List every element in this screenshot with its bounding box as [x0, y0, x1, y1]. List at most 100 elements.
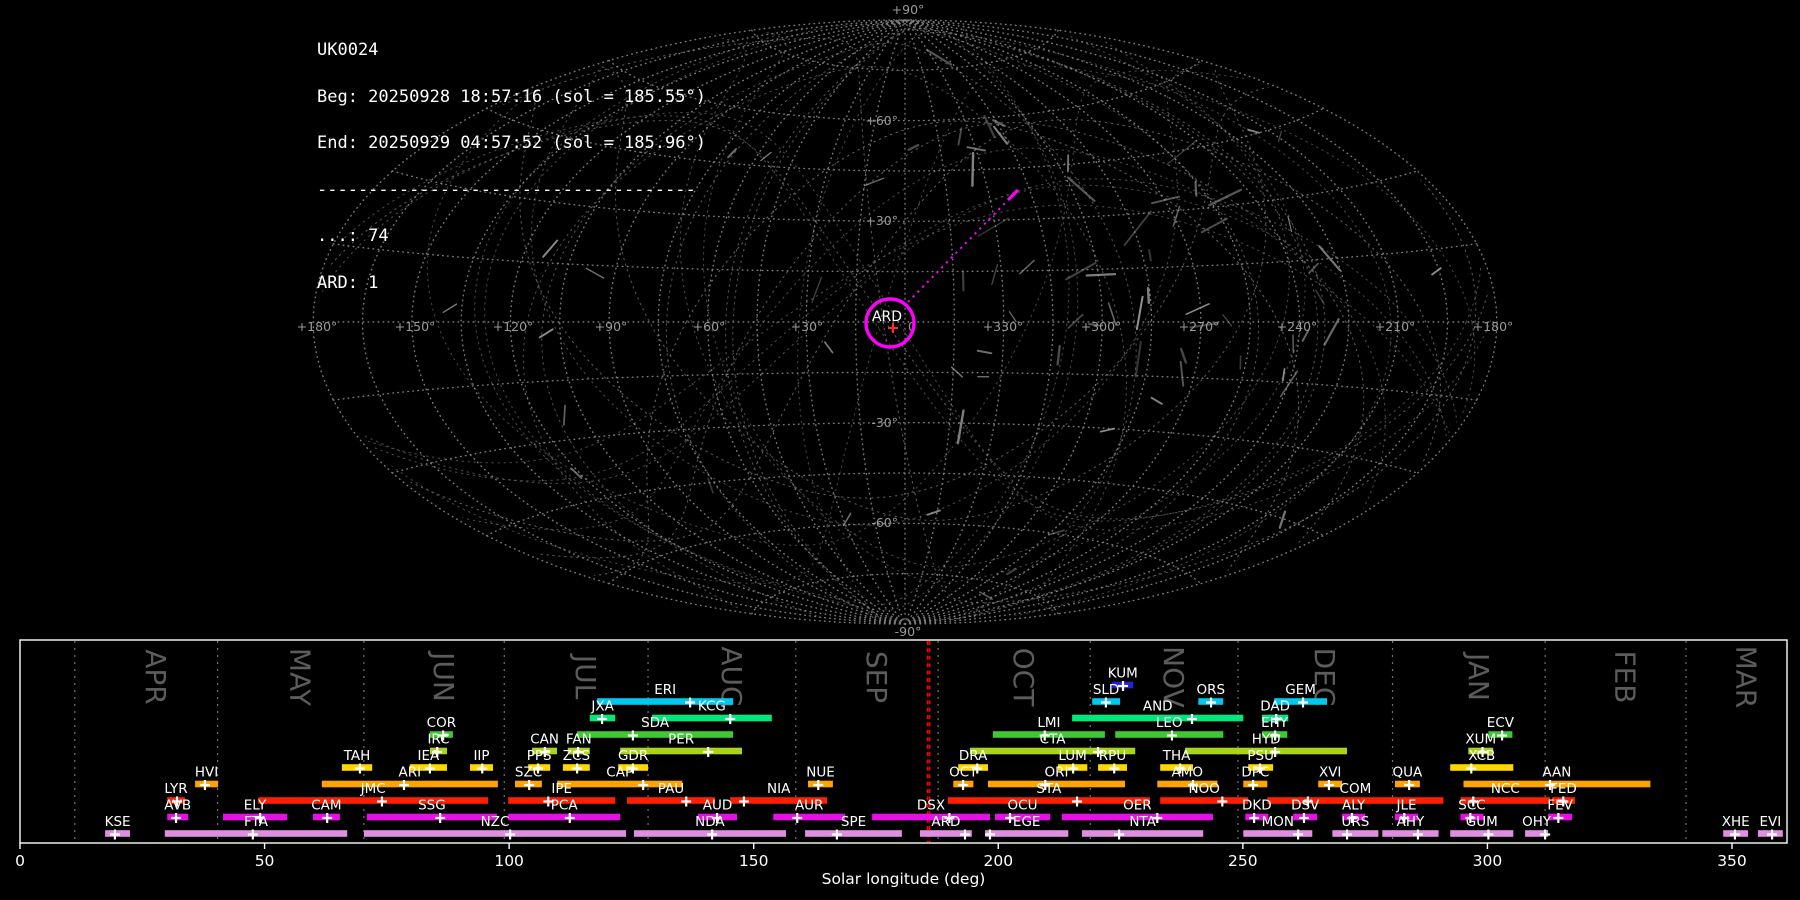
meteor-streak — [925, 48, 953, 66]
meteor-streak — [976, 349, 993, 355]
shower-label-IEA: IEA — [418, 748, 441, 764]
meteor-streak — [1056, 344, 1061, 366]
shower-bar-AUR — [773, 813, 846, 821]
month-label-OCT: OCT — [1007, 648, 1040, 708]
month-label-FEB: FEB — [1609, 650, 1642, 703]
shower-label-EGE: EGE — [1013, 814, 1041, 830]
shower-label-XCB: XCB — [1468, 748, 1495, 764]
shower-label-TAH: TAH — [343, 748, 371, 764]
shower-bar-EGE — [985, 830, 1069, 837]
meteor-streak — [1048, 529, 1065, 536]
month-label-JUL: JUL — [569, 653, 602, 700]
shower-label-ORI: ORI — [1045, 765, 1069, 781]
shower-label-SLD: SLD — [1093, 682, 1120, 698]
meteor-streak — [1134, 341, 1142, 378]
begin-time: Beg: 20250928 18:57:16 (sol = 185.55°) — [317, 86, 706, 107]
shower-label-NIA: NIA — [767, 781, 791, 797]
axis-tick-label: 100 — [494, 852, 524, 870]
shower-label-JMC: JMC — [360, 781, 386, 797]
shower-label-STA: STA — [1036, 781, 1062, 797]
meteor-streak — [1179, 360, 1185, 387]
shower-label-FED: FED — [1550, 781, 1577, 797]
meteor-streak — [966, 146, 986, 152]
shower-label-AAN: AAN — [1542, 765, 1571, 781]
x-axis: 0 50 100 150 200 250 300 350 Solar longitude (de… — [15, 843, 1747, 888]
shower-label-CAP: CAP — [606, 765, 633, 781]
shower-label-FEV: FEV — [1547, 798, 1573, 814]
shower-label-DRA: DRA — [959, 748, 988, 764]
meteor-streak — [1099, 427, 1115, 433]
shower-label-NZC: NZC — [481, 814, 510, 830]
shower-label-PSU: PSU — [1247, 748, 1274, 764]
meteor-streak — [979, 591, 993, 600]
shower-label-LYR: LYR — [164, 781, 187, 797]
shower-bar-NOO — [1160, 797, 1249, 804]
meteor-streak — [957, 127, 963, 146]
shower-label-DAD: DAD — [1260, 699, 1290, 715]
station-id: UK0024 — [317, 40, 379, 60]
shower-bar-KCG — [652, 714, 772, 722]
axis-tick-label: 150 — [739, 852, 769, 870]
shower-label-XHE: XHE — [1722, 814, 1750, 830]
shower-label-AMO: AMO — [1172, 765, 1204, 781]
shower-label-SCC: SCC — [1458, 798, 1485, 814]
shower-label-NUE: NUE — [806, 765, 835, 781]
shower-bar-NZC — [363, 830, 627, 837]
shower-label-MON: MON — [1262, 814, 1294, 830]
activity-chart: APR MAY JUN JUL AUG SEP OCT NOV DEC JAN FEB MARKUME… — [15, 639, 1788, 888]
shower-bar-SPE — [805, 830, 902, 837]
shower-label-KSE: KSE — [105, 814, 131, 830]
latitude-label: +30° — [865, 213, 898, 228]
shower-label-OCU: OCU — [1008, 798, 1038, 814]
meteor-streak — [991, 263, 999, 286]
shower-label-IRC: IRC — [427, 732, 449, 748]
meteor-streak — [811, 276, 822, 303]
shower-label-EVI: EVI — [1760, 814, 1782, 830]
shower-bar-STA — [947, 797, 1150, 804]
shower-label-DSV: DSV — [1291, 798, 1320, 814]
shower-label-NCC: NCC — [1491, 781, 1520, 797]
axis-tick-label: 300 — [1473, 852, 1503, 870]
shower-label-CAN: CAN — [530, 732, 559, 748]
month-label-SEP: SEP — [860, 651, 893, 703]
shower-label-DPC: DPC — [1241, 765, 1269, 781]
shower-label-AUR: AUR — [795, 798, 824, 814]
latitude-label: +60° — [865, 113, 898, 128]
shower-label-LUM: LUM — [1058, 748, 1086, 764]
shower-label-NTA: NTA — [1129, 814, 1156, 830]
shower-label-ARI: ARI — [398, 765, 421, 781]
shower-label-AHY: AHY — [1397, 814, 1425, 830]
x-axis-title: Solar longitude (deg) — [822, 870, 986, 888]
shower-label-DSX: DSX — [917, 798, 945, 814]
month-label-JAN: JAN — [1462, 651, 1495, 701]
longitude-label: +120° — [493, 319, 534, 334]
axis-tick-label: 200 — [983, 852, 1013, 870]
meteor-streak — [863, 177, 885, 187]
shower-label-NDA: NDA — [695, 814, 725, 830]
meteor-streak — [1146, 287, 1150, 304]
shower-label-SSG: SSG — [418, 798, 446, 814]
observation-info-panel: UK0024 Beg: 20250928 18:57:16 (sol = 185… — [317, 12, 706, 307]
radiant-code-label: ARD — [872, 309, 902, 325]
shower-label-JLE: JLE — [1395, 798, 1416, 814]
shower-label-RPU: RPU — [1099, 748, 1126, 764]
shower-label-IPE: IPE — [551, 781, 572, 797]
meteor-count: ...: 74 — [317, 226, 389, 246]
shower-label-KUM: KUM — [1108, 666, 1138, 682]
meteor-streak — [971, 151, 975, 187]
shower-bar-PCA — [508, 813, 621, 821]
longitude-label: +240° — [1277, 319, 1318, 334]
longitude-label: +30° — [791, 319, 824, 334]
parallel-line — [332, 371, 1478, 401]
shower-label-JXA: JXA — [590, 699, 614, 715]
shower-label-SZC: SZC — [515, 765, 542, 781]
shower-bar-XCB — [1450, 764, 1514, 771]
longitude-label: +270° — [1179, 319, 1220, 334]
shower-bars: KUM ERI SLD ORS GEM JXA KCG AND DAD COR SDA LMI LEO E… — [105, 666, 1783, 840]
month-label-MAR: MAR — [1730, 646, 1763, 709]
shower-label-OHY: OHY — [1522, 814, 1552, 830]
meteor-streak — [1222, 314, 1233, 327]
meteor-streak — [1085, 272, 1117, 277]
shower-label-HVI: HVI — [195, 765, 218, 781]
shower-label-IIP: IIP — [473, 748, 489, 764]
